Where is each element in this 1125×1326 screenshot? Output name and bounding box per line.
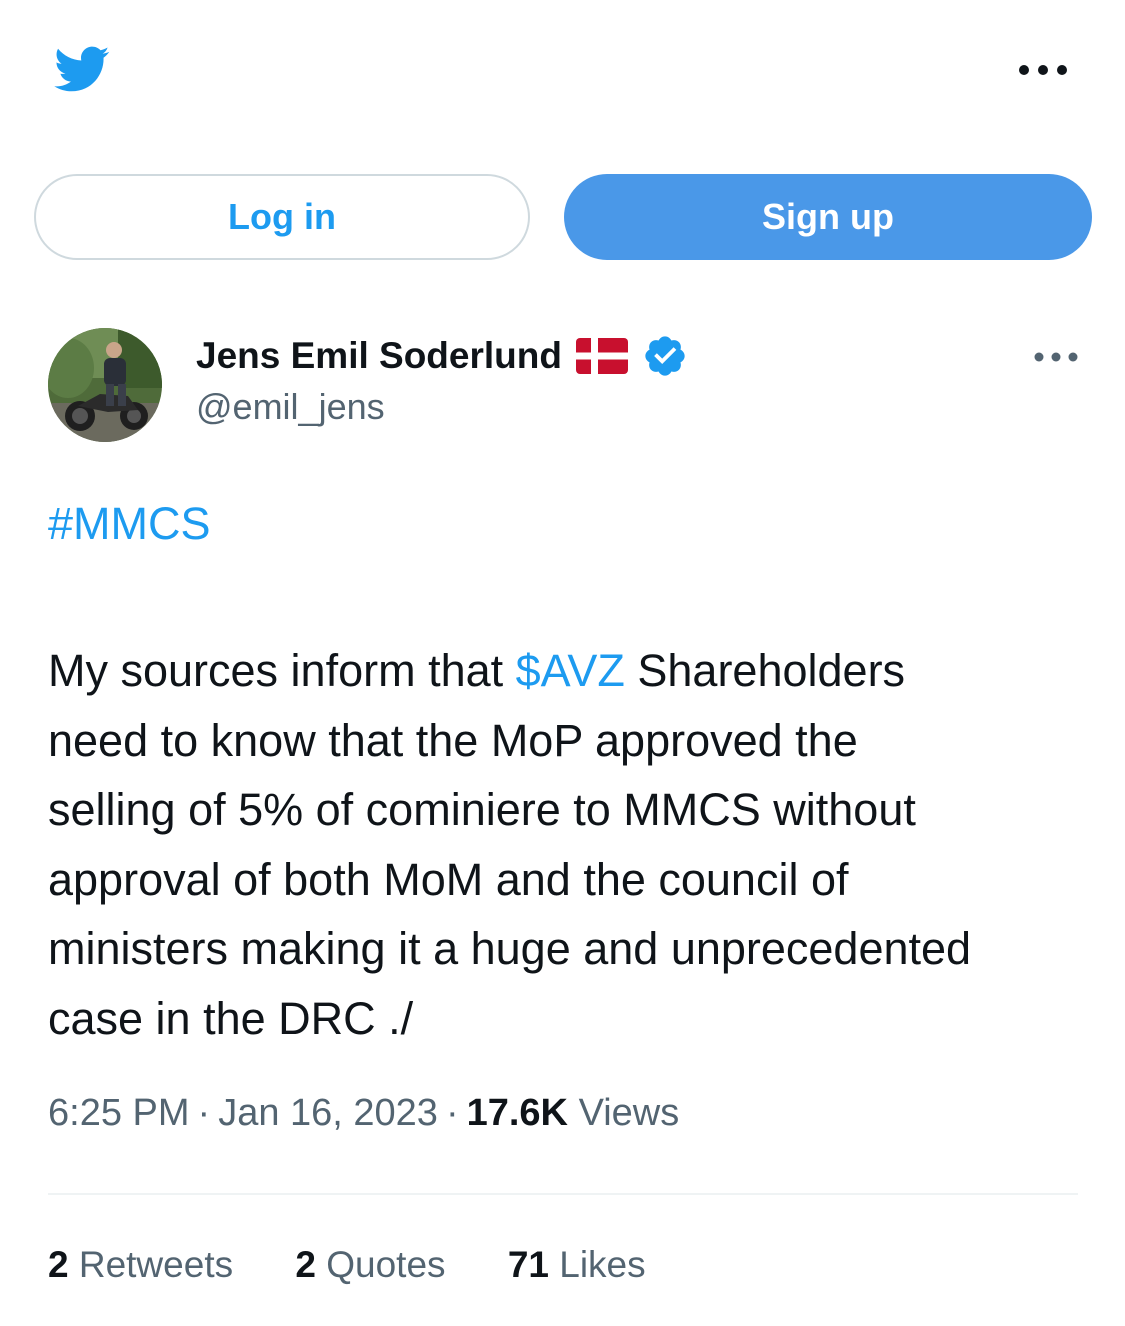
display-name[interactable]: Jens Emil Soderlund (196, 335, 562, 377)
cashtag-link[interactable]: $AVZ (516, 645, 625, 696)
quotes-stat[interactable]: 2 Quotes (295, 1244, 445, 1286)
tweet-text-prefix: My sources inform that (48, 645, 516, 696)
more-options-icon[interactable] (1034, 348, 1078, 366)
views-label: Views (578, 1092, 680, 1134)
tweet-meta: 6:25 PM · Jan 16, 2023 · 17.6K Views (48, 1092, 679, 1135)
login-button[interactable]: Log in (34, 174, 530, 260)
tweet-line: My sources inform that $AVZ Shareholders (48, 636, 1088, 706)
tweet-line: approval of both MoM and the council of (48, 853, 849, 905)
likes-stat[interactable]: 71 Likes (508, 1244, 646, 1286)
quotes-count: 2 (295, 1244, 316, 1285)
tweet-author: Jens Emil Soderlund @emil_jens (48, 326, 1078, 446)
likes-label: Likes (559, 1244, 646, 1285)
tweet-date[interactable]: Jan 16, 2023 (218, 1092, 438, 1134)
tweet-stats: 2 Retweets 2 Quotes 71 Likes (48, 1244, 698, 1286)
avatar-photo (48, 328, 162, 442)
likes-count: 71 (507, 1244, 549, 1285)
views-count: 17.6K (466, 1092, 568, 1134)
hashtag-link[interactable]: #MMCS (48, 498, 211, 550)
meta-separator: · (445, 1092, 459, 1134)
tweet-line: ministers making it a huge and unprecede… (48, 923, 972, 974)
auth-buttons: Log in Sign up (34, 174, 1092, 264)
tweet-text: My sources inform that $AVZ Shareholders… (48, 636, 1088, 1053)
author-names: Jens Emil Soderlund @emil_jens (196, 332, 688, 428)
retweets-label: Retweets (78, 1244, 234, 1285)
quotes-label: Quotes (326, 1244, 446, 1285)
twitter-bird-icon[interactable] (46, 40, 116, 98)
denmark-flag-icon (575, 338, 628, 374)
avatar[interactable] (48, 328, 162, 442)
author-handle[interactable]: @emil_jens (196, 386, 688, 428)
tweet-text-suffix: Shareholders (624, 645, 906, 696)
tweet-time[interactable]: 6:25 PM (48, 1092, 190, 1134)
top-bar (0, 0, 1125, 150)
display-name-row: Jens Emil Soderlund (196, 332, 688, 380)
retweets-count: 2 (48, 1244, 69, 1285)
tweet-line: need to know that the MoP approved the (48, 714, 858, 766)
retweets-stat[interactable]: 2 Retweets (48, 1244, 233, 1286)
more-options-icon[interactable] (1018, 60, 1068, 80)
tweet-line: selling of 5% of cominiere to MMCS witho… (48, 784, 916, 835)
meta-separator: · (197, 1092, 211, 1134)
tweet-line: case in the DRC ./ (48, 992, 414, 1044)
divider (48, 1193, 1078, 1195)
signup-button[interactable]: Sign up (564, 174, 1092, 260)
verified-badge-icon (645, 336, 685, 376)
